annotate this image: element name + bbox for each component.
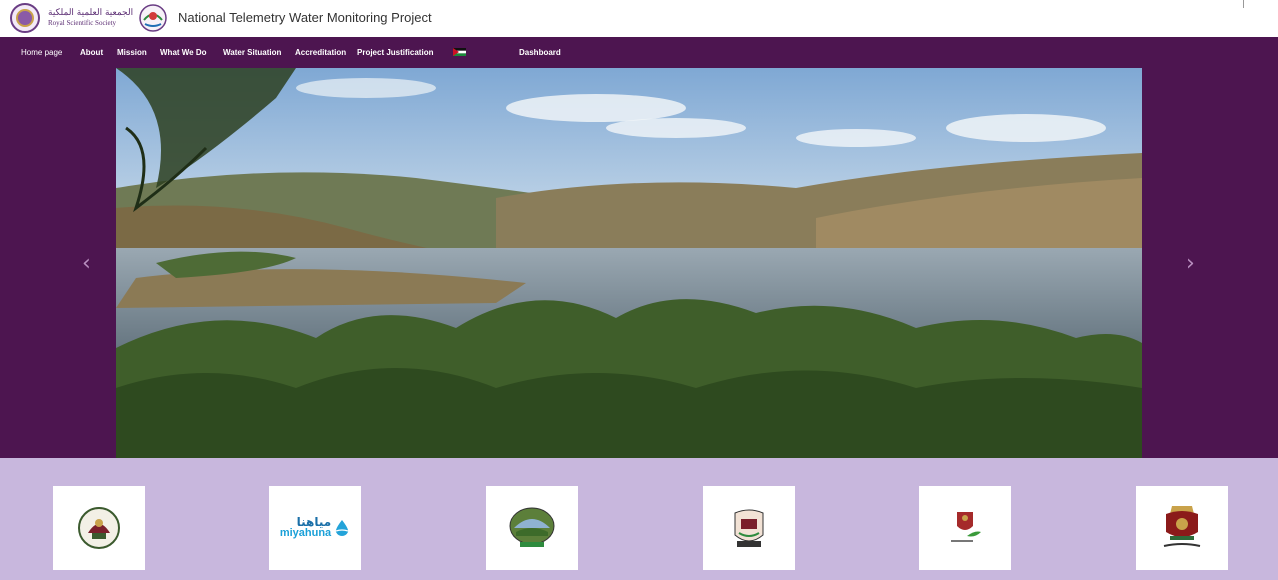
rss-logo-arabic: الجمعية العلمية الملكية bbox=[48, 8, 134, 18]
nav-project-justification[interactable]: Project Justification bbox=[357, 48, 433, 57]
nav-mission[interactable]: Mission bbox=[117, 48, 147, 57]
partner-logo-5[interactable] bbox=[919, 486, 1011, 570]
valley-authority-icon bbox=[509, 507, 555, 547]
partner-logo-miyahuna[interactable]: مياهنا miyahuna bbox=[269, 486, 361, 570]
top-header: الجمعية العلمية الملكية Royal Scientific… bbox=[0, 0, 1278, 37]
nav-dashboard[interactable]: Dashboard bbox=[519, 48, 561, 57]
divider bbox=[1243, 0, 1244, 8]
partner-logo-4[interactable] bbox=[703, 486, 795, 570]
rss-logo-english: Royal Scientific Society bbox=[48, 19, 117, 27]
partner-logo-1[interactable] bbox=[53, 486, 145, 570]
ministry-emblem-icon bbox=[951, 512, 981, 542]
partner-logos: مياهنا miyahuna bbox=[0, 458, 1278, 580]
lake-landscape-image bbox=[116, 68, 1142, 458]
crest-icon bbox=[734, 509, 764, 547]
nav-what-we-do[interactable]: What We Do bbox=[160, 48, 207, 57]
nav-home[interactable]: Home page bbox=[21, 48, 62, 57]
rss-emblem-icon bbox=[10, 3, 40, 33]
nav-water-situation[interactable]: Water Situation bbox=[223, 48, 281, 57]
chevron-left-icon[interactable]: ‹ bbox=[82, 253, 91, 275]
chevron-right-icon[interactable]: › bbox=[1186, 253, 1195, 275]
jordan-flag-icon[interactable] bbox=[453, 48, 466, 56]
rss-logo[interactable]: الجمعية العلمية الملكية Royal Scientific… bbox=[10, 3, 133, 33]
miyahuna-english: miyahuna bbox=[279, 527, 332, 539]
water-drop-icon bbox=[335, 520, 349, 536]
nav-about[interactable]: About bbox=[80, 48, 103, 57]
partner-logo-3[interactable] bbox=[486, 486, 578, 570]
project-logo-icon bbox=[139, 4, 167, 32]
carousel-slide-image bbox=[116, 68, 1142, 458]
nav-accreditation[interactable]: Accreditation bbox=[295, 48, 346, 57]
emblem-seal-icon bbox=[78, 507, 120, 549]
main-nav: Home page About Mission What We Do Water… bbox=[0, 37, 1278, 66]
coat-of-arms-icon bbox=[1163, 506, 1201, 547]
page-title: National Telemetry Water Monitoring Proj… bbox=[178, 10, 432, 25]
partner-logo-6[interactable] bbox=[1136, 486, 1228, 570]
hero-carousel: ‹ › bbox=[0, 66, 1278, 458]
